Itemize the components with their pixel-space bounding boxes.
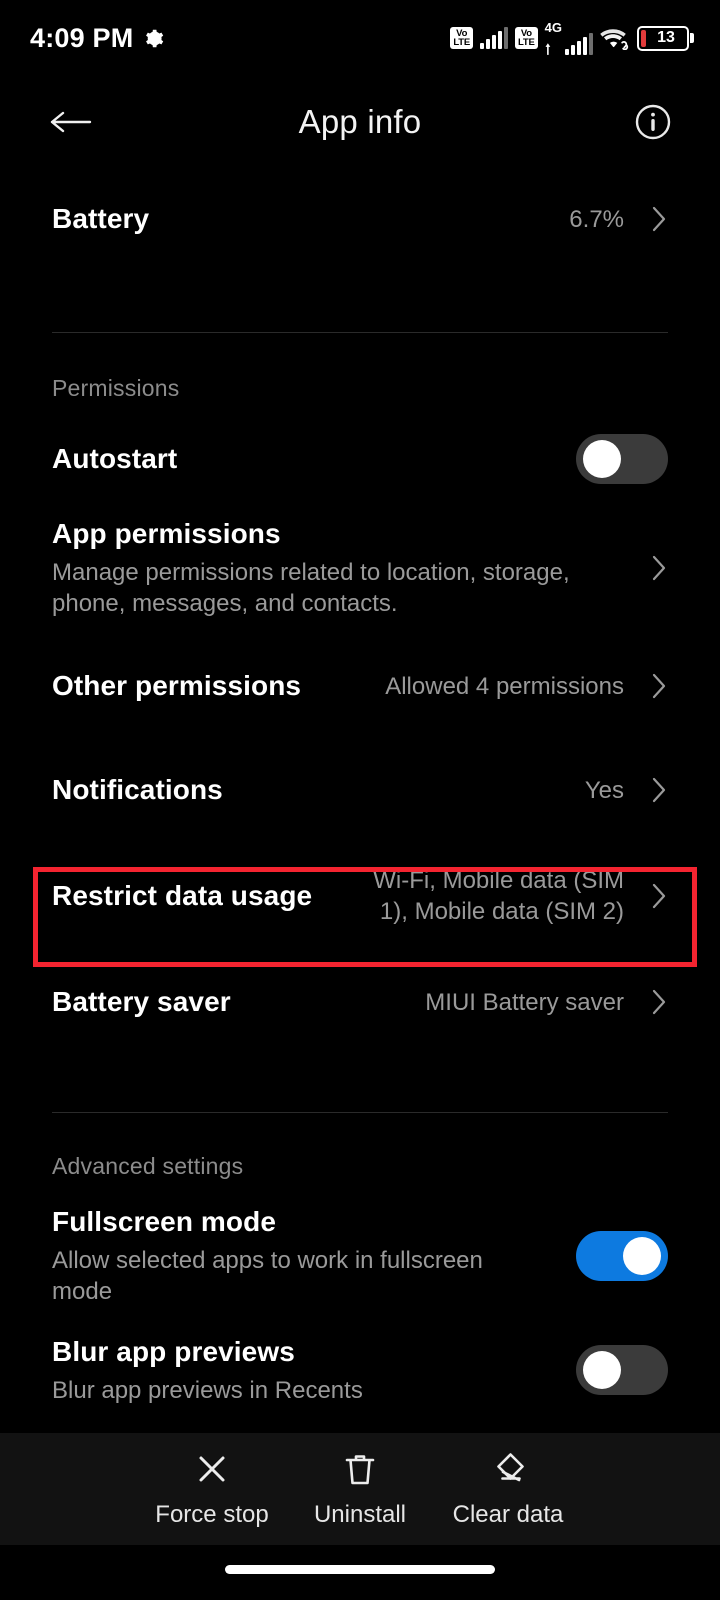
row-autostart[interactable]: Autostart: [0, 416, 720, 502]
clear-data-button[interactable]: Clear data: [434, 1449, 582, 1529]
row-autostart-title: Autostart: [52, 443, 178, 474]
chevron-right-icon: [638, 671, 668, 701]
info-icon: [635, 104, 671, 140]
app-info-screen: 4:09 PM Vo LTE Vo LTE 4G 13 App info Bat…: [0, 0, 720, 1600]
row-other-permissions-title: Other permissions: [52, 670, 302, 701]
volte-sim2-icon: Vo LTE: [515, 27, 538, 49]
gear-icon: [146, 29, 164, 47]
chevron-right-icon: [638, 553, 668, 583]
chevron-right-icon: [638, 987, 668, 1017]
chevron-right-icon: [638, 204, 668, 234]
home-gesture-bar[interactable]: [225, 1565, 495, 1574]
row-battery-title: Battery: [52, 203, 150, 234]
status-bar-left: 4:09 PM: [30, 23, 164, 54]
row-battery-saver-value: MIUI Battery saver: [425, 988, 624, 1016]
settings-list[interactable]: Battery 6.7% Permissions Autostart App p…: [0, 168, 720, 1433]
row-fullscreen-mode-title: Fullscreen mode: [52, 1206, 277, 1237]
clear-data-label: Clear data: [452, 1501, 564, 1528]
row-blur-app-previews-subtitle: Blur app previews in Recents: [52, 1376, 363, 1404]
volte-sim1-icon: Vo LTE: [450, 27, 474, 49]
navigation-gesture-area: [0, 1545, 720, 1600]
row-battery-saver-title: Battery saver: [52, 986, 231, 1017]
uninstall-label: Uninstall: [313, 1501, 407, 1528]
row-fullscreen-mode-subtitle: Allow selected apps to work in fullscree…: [52, 1247, 483, 1305]
row-notifications-value: Yes: [584, 776, 624, 804]
row-other-permissions[interactable]: Other permissions Allowed 4 permissions: [0, 634, 720, 738]
row-other-permissions-value: Allowed 4 permissions: [385, 672, 624, 700]
row-fullscreen-mode[interactable]: Fullscreen mode Allow selected apps to w…: [0, 1192, 720, 1320]
section-label-advanced: Advanced settings: [52, 1153, 244, 1179]
row-blur-app-previews[interactable]: Blur app previews Blur app previews in R…: [0, 1320, 720, 1420]
close-x-icon: [199, 1456, 225, 1482]
row-blur-app-previews-title: Blur app previews: [52, 1335, 295, 1367]
chevron-right-icon: [638, 881, 668, 911]
section-label-permissions: Permissions: [52, 375, 180, 401]
autostart-toggle[interactable]: [576, 434, 668, 484]
back-arrow-icon: [50, 111, 92, 133]
row-restrict-data-usage-title: Restrict data usage: [52, 880, 313, 911]
battery-icon: 13: [637, 25, 694, 51]
wifi-icon: [600, 29, 629, 50]
app-bar: App info: [0, 76, 720, 168]
page-title: App info: [298, 103, 422, 140]
eraser-icon: [497, 1453, 524, 1482]
bottom-action-bar: Force stop Uninstall Clear data: [0, 1433, 720, 1545]
row-notifications-title: Notifications: [52, 774, 223, 805]
row-app-permissions-title: App permissions: [52, 518, 281, 549]
row-battery-value: 6.7%: [569, 205, 624, 233]
status-bar-right: Vo LTE Vo LTE 4G 13: [450, 19, 694, 55]
chevron-right-icon: [638, 775, 668, 805]
row-notifications[interactable]: Notifications Yes: [0, 738, 720, 842]
data-transfer-arrows-icon: [545, 42, 550, 55]
row-app-permissions[interactable]: App permissions Manage permissions relat…: [0, 502, 720, 634]
volte-sim1-bottom: LTE: [453, 37, 471, 48]
force-stop-label: Force stop: [155, 1501, 269, 1528]
force-stop-button[interactable]: Force stop: [138, 1449, 286, 1529]
blur-app-previews-toggle[interactable]: [576, 1345, 668, 1395]
row-restrict-data-usage[interactable]: Restrict data usage Wi-Fi, Mobile data (…: [0, 842, 720, 950]
status-bar: 4:09 PM Vo LTE Vo LTE 4G 13: [0, 0, 720, 76]
battery-percent-label: 13: [657, 29, 675, 46]
status-bar-clock: 4:09 PM: [30, 22, 134, 53]
row-battery[interactable]: Battery 6.7%: [0, 168, 720, 270]
network-type-label: 4G: [544, 19, 562, 35]
fullscreen-mode-toggle[interactable]: [576, 1231, 668, 1281]
row-restrict-data-usage-value: Wi-Fi, Mobile data (SIM 1), Mobile data …: [373, 867, 624, 925]
back-button[interactable]: [40, 91, 102, 153]
uninstall-button[interactable]: Uninstall: [286, 1449, 434, 1529]
signal-bars-sim1-icon: [480, 27, 509, 49]
row-app-permissions-subtitle: Manage permissions related to location, …: [52, 559, 570, 617]
volte-sim2-bottom: LTE: [518, 37, 535, 48]
signal-bars-sim2-icon: [565, 32, 593, 55]
row-battery-saver[interactable]: Battery saver MIUI Battery saver: [0, 950, 720, 1054]
trash-icon: [345, 1455, 375, 1485]
mobile-network-group: 4G: [544, 19, 593, 55]
app-info-button[interactable]: [626, 95, 680, 149]
